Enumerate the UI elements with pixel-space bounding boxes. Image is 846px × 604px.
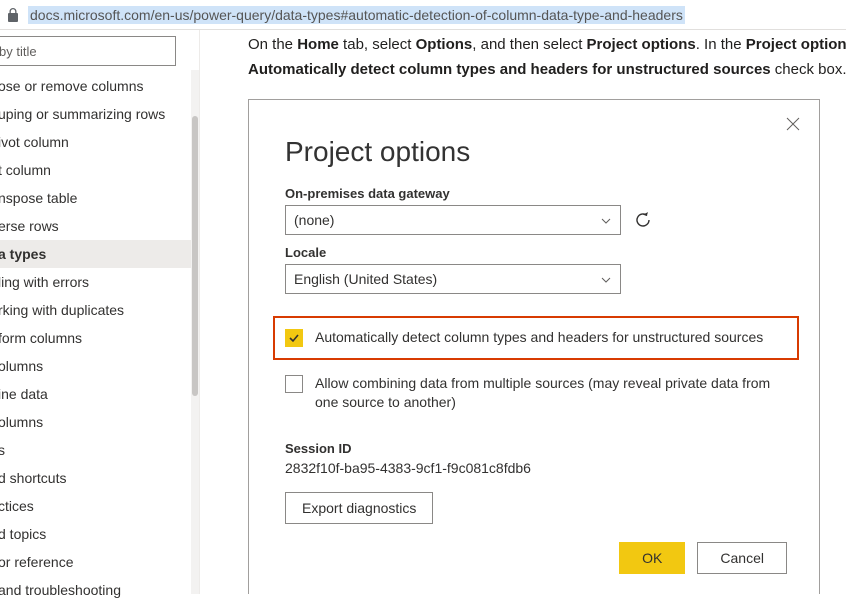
export-diagnostics-button[interactable]: Export diagnostics [285,492,433,524]
allow-combine-checkbox[interactable] [285,375,303,393]
sidebar-item[interactable]: ling with errors [0,268,199,296]
filter-input[interactable]: by title [0,36,176,66]
sidebar-item[interactable]: ivot column [0,128,199,156]
sidebar-item[interactable]: d topics [0,520,199,548]
sidebar-item[interactable]: nspose table [0,184,199,212]
auto-detect-checkbox[interactable] [285,329,303,347]
sidebar: by title ose or remove columnsuping or s… [0,30,200,594]
allow-combine-label: Allow combining data from multiple sourc… [315,374,787,413]
filter-placeholder: by title [0,44,37,59]
sidebar-item[interactable]: ine data [0,380,199,408]
sidebar-item[interactable]: form columns [0,324,199,352]
sidebar-item[interactable]: a types [0,240,199,268]
gateway-dropdown[interactable]: (none) [285,205,621,235]
sidebar-item[interactable]: erse rows [0,212,199,240]
sidebar-item[interactable]: or reference [0,548,199,576]
sidebar-item[interactable]: ctices [0,492,199,520]
close-icon[interactable] [783,114,803,134]
chevron-down-icon [600,273,612,285]
dialog-title: Project options [285,136,787,168]
sidebar-item[interactable]: olumns [0,408,199,436]
sidebar-item[interactable]: rking with duplicates [0,296,199,324]
browser-url-bar: docs.microsoft.com/en-us/power-query/dat… [0,0,846,30]
cancel-button[interactable]: Cancel [697,542,787,574]
locale-label: Locale [285,245,787,260]
project-options-dialog: Project options On-premises data gateway… [248,99,820,594]
scrollbar-thumb[interactable] [192,116,198,396]
session-id-label: Session ID [285,441,787,456]
intro-line1: On the Home tab, select Options, and the… [248,34,846,57]
auto-detect-label: Automatically detect column types and he… [315,328,763,348]
auto-detect-row: Automatically detect column types and he… [273,316,799,360]
sidebar-item[interactable]: t column [0,156,199,184]
refresh-icon[interactable] [633,210,653,230]
sidebar-item[interactable]: uping or summarizing rows [0,100,199,128]
scrollbar-track[interactable] [191,70,199,594]
gateway-label: On-premises data gateway [285,186,787,201]
sidebar-item[interactable]: ose or remove columns [0,72,199,100]
locale-dropdown[interactable]: English (United States) [285,264,621,294]
chevron-down-icon [600,214,612,226]
content-area: On the Home tab, select Options, and the… [200,30,846,594]
nav-list: ose or remove columnsuping or summarizin… [0,72,199,604]
locale-value: English (United States) [294,271,437,287]
intro-line2: Automatically detect column types and he… [248,59,846,82]
session-id-value: 2832f10f-ba95-4383-9cf1-f9c081c8fdb6 [285,460,787,476]
sidebar-item[interactable]: s [0,436,199,464]
gateway-value: (none) [294,212,334,228]
ok-button[interactable]: OK [619,542,685,574]
sidebar-item[interactable]: olumns [0,352,199,380]
sidebar-item[interactable]: d shortcuts [0,464,199,492]
allow-combine-row: Allow combining data from multiple sourc… [285,374,787,413]
sidebar-item[interactable]: and troubleshooting [0,576,199,604]
lock-icon [6,8,20,22]
url-text[interactable]: docs.microsoft.com/en-us/power-query/dat… [28,6,685,24]
